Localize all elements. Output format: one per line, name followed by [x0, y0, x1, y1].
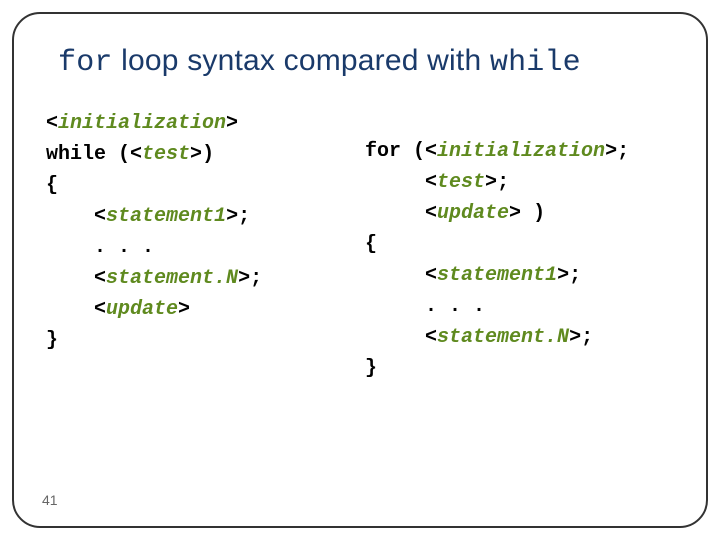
code-columns: <initialization> while (<test>) { <state…	[46, 108, 674, 384]
title-code-for: for	[58, 46, 113, 80]
brace-close: }	[365, 357, 377, 380]
placeholder-update: update	[437, 202, 509, 225]
placeholder-statement1: statement1	[437, 264, 557, 287]
placeholder-statementN: statement.N	[106, 267, 238, 290]
brace-open: {	[365, 233, 377, 256]
brace-open: {	[46, 174, 58, 197]
placeholder-test: test	[142, 143, 190, 166]
placeholder-statement1: statement1	[106, 205, 226, 228]
for-code-block: for (<initialization>; <test>; <update> …	[365, 108, 674, 384]
keyword-while: while (	[46, 143, 130, 166]
ellipsis: . . .	[46, 236, 154, 259]
slide-frame: for loop syntax compared with while <ini…	[12, 12, 708, 528]
slide-title: for loop syntax compared with while	[58, 44, 674, 80]
brace-close: }	[46, 329, 58, 352]
keyword-for: for (	[365, 140, 425, 163]
placeholder-statementN: statement.N	[437, 326, 569, 349]
page-number: 41	[42, 492, 58, 508]
title-mid: loop syntax compared with	[113, 44, 490, 77]
ellipsis: . . .	[365, 295, 485, 318]
placeholder-update: update	[106, 298, 178, 321]
while-code-block: <initialization> while (<test>) { <state…	[46, 108, 355, 384]
placeholder-initialization: initialization	[437, 140, 605, 163]
title-code-while: while	[490, 46, 581, 80]
placeholder-test: test	[437, 171, 485, 194]
placeholder-initialization: initialization	[58, 112, 226, 135]
